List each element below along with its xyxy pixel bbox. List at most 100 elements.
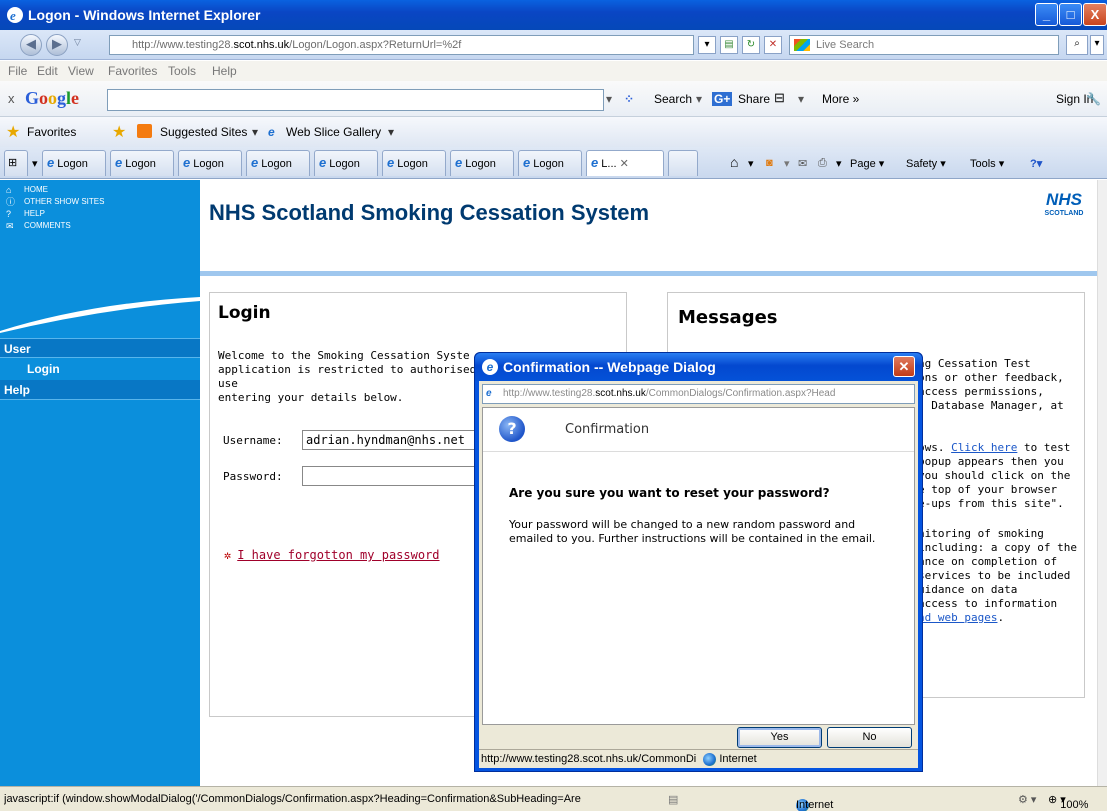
- web-pages-link[interactable]: nd web pages: [918, 611, 997, 624]
- maximize-button[interactable]: □: [1059, 3, 1082, 26]
- dialog-titlebar: e Confirmation -- Webpage Dialog ✕: [475, 353, 922, 381]
- more-button[interactable]: More »: [822, 92, 859, 106]
- internet-zone-icon: [703, 752, 717, 766]
- url-field[interactable]: http://www.testing28.scot.nhs.uk/Logon/L…: [109, 35, 694, 55]
- tab-logon-3[interactable]: e Logon: [178, 150, 242, 176]
- favorites-button[interactable]: Favorites: [27, 125, 76, 139]
- tab-logon-4[interactable]: e Logon: [246, 150, 310, 176]
- live-search-input[interactable]: Live Search: [789, 35, 1059, 55]
- page-menu[interactable]: Page ▾: [850, 157, 884, 170]
- dialog-buttons: Yes No: [479, 727, 918, 749]
- password-field[interactable]: [302, 466, 477, 486]
- message-line: ance on completion of: [918, 555, 1058, 568]
- menu-file[interactable]: File: [8, 64, 27, 78]
- back-button[interactable]: ◀: [20, 34, 42, 56]
- add-favorite-icon[interactable]: ★: [112, 122, 126, 142]
- google-search-input[interactable]: [107, 89, 604, 111]
- dialog-status-bar: http://www.testing28.scot.nhs.uk/CommonD…: [479, 749, 918, 768]
- click-here-link[interactable]: Click here: [951, 441, 1017, 454]
- question-icon: ?: [499, 416, 525, 442]
- tab-logon-6[interactable]: e Logon: [382, 150, 446, 176]
- other-sites-icon: ⓘ: [6, 197, 16, 207]
- message-line: e-ups from this site".: [918, 497, 1064, 510]
- tab-logon-8[interactable]: e Logon: [518, 150, 582, 176]
- protected-mode-icon[interactable]: ⚙ ▾: [1018, 793, 1036, 806]
- share-button[interactable]: Share: [738, 92, 770, 106]
- forward-button[interactable]: ▶: [46, 34, 68, 56]
- menu-favorites[interactable]: Favorites: [108, 64, 157, 78]
- nav-login-link[interactable]: Login: [0, 359, 200, 379]
- wrench-icon[interactable]: 🔧: [1086, 92, 1101, 106]
- close-tab-icon[interactable]: ✕: [620, 158, 629, 170]
- tab-list-dropdown-icon[interactable]: ▾: [32, 157, 38, 170]
- close-window-button[interactable]: X: [1083, 3, 1107, 26]
- print-icon[interactable]: ⎙: [818, 157, 827, 170]
- suggested-sites-link[interactable]: Suggested Sites: [160, 125, 247, 139]
- help-icon[interactable]: ?▾: [1030, 157, 1042, 170]
- message-line: ons or other feedback,: [918, 371, 1064, 384]
- search-dropdown-icon[interactable]: ▾: [696, 92, 702, 106]
- dialog-status-url: http://www.testing28.scot.nhs.uk/CommonD…: [481, 753, 697, 765]
- feeds-dropdown-icon[interactable]: ▾: [784, 157, 790, 170]
- menu-tools[interactable]: Tools: [168, 64, 196, 78]
- dialog-url-field: e http://www.testing28.scot.nhs.uk/Commo…: [482, 384, 915, 404]
- search-options-icon[interactable]: ▾: [1090, 35, 1104, 55]
- zoom-level[interactable]: ⊕ 100% ▾: [1048, 793, 1088, 811]
- help-link[interactable]: HELP: [24, 208, 200, 220]
- home-icon[interactable]: ⌂: [730, 154, 738, 170]
- address-dropdown-button[interactable]: ▾: [698, 36, 716, 54]
- menu-view[interactable]: View: [68, 64, 94, 78]
- message-line: popup appears then you: [918, 455, 1064, 468]
- message-line: access to information: [918, 597, 1058, 610]
- yes-button[interactable]: Yes: [737, 727, 822, 748]
- recent-pages-dropdown-icon[interactable]: ▽: [74, 38, 81, 48]
- tab-logon-2[interactable]: e Logon: [110, 150, 174, 176]
- tab-logon-7[interactable]: e Logon: [450, 150, 514, 176]
- tab-logon-active[interactable]: e L... ✕: [586, 150, 664, 176]
- nav-help-link[interactable]: Help: [0, 380, 200, 400]
- page-scrollbar[interactable]: [1097, 180, 1107, 786]
- home-dropdown-icon[interactable]: ▾: [748, 157, 754, 170]
- window-titlebar: e Logon - Windows Internet Explorer _ □ …: [0, 0, 1107, 30]
- web-slice-dropdown-icon[interactable]: ▾: [388, 125, 394, 139]
- other-show-sites-link[interactable]: OTHER SHOW SITES: [24, 196, 200, 208]
- google-toolbar-close-button[interactable]: x: [8, 91, 15, 106]
- tab-logon-5[interactable]: e Logon: [314, 150, 378, 176]
- tab-logon-1[interactable]: e Logon: [42, 150, 106, 176]
- minimize-button[interactable]: _: [1035, 3, 1058, 26]
- forgot-password-link[interactable]: ✲ I have forgotton my password: [224, 548, 440, 562]
- tools-menu[interactable]: Tools ▾: [970, 157, 1004, 170]
- message-line: nd web pages.: [918, 611, 1005, 624]
- read-mail-icon[interactable]: ✉: [798, 157, 807, 170]
- ie-tab-icon: e: [183, 155, 191, 170]
- comments-link[interactable]: COMMENTS: [24, 220, 200, 232]
- google-search-button[interactable]: Search: [654, 92, 692, 106]
- refresh-icon[interactable]: ↻: [742, 36, 760, 54]
- message-line: you should click on the: [918, 469, 1071, 482]
- ie-tab-icon: e: [115, 155, 123, 170]
- home-link[interactable]: HOME: [24, 184, 200, 196]
- web-slice-gallery-link[interactable]: Web Slice Gallery: [286, 125, 381, 139]
- suggested-sites-dropdown-icon[interactable]: ▾: [252, 125, 258, 139]
- page-tools-icon[interactable]: ⊟: [774, 90, 785, 106]
- message-line: ng Cessation Test: [918, 357, 1031, 370]
- dialog-content: ? Confirmation Are you sure you want to …: [482, 407, 915, 725]
- ie-logo-icon: e: [7, 7, 23, 23]
- safety-menu[interactable]: Safety ▾: [906, 157, 946, 170]
- google-search-dropdown-icon[interactable]: ▾: [606, 92, 612, 106]
- no-button[interactable]: No: [827, 727, 912, 748]
- search-icon[interactable]: ⌕: [1066, 35, 1088, 55]
- page-tools-dropdown-icon[interactable]: ▾: [798, 92, 804, 106]
- dialog-close-button[interactable]: ✕: [893, 356, 915, 377]
- compatibility-view-icon[interactable]: ▤: [720, 36, 738, 54]
- login-welcome-text: Welcome to the Smoking Cessation Syste a…: [218, 349, 477, 404]
- stop-icon[interactable]: ✕: [764, 36, 782, 54]
- new-tab-button[interactable]: [668, 150, 698, 176]
- menu-help[interactable]: Help: [212, 64, 237, 78]
- username-field[interactable]: adrian.hyndman@nhs.net: [302, 430, 477, 450]
- feeds-icon[interactable]: ◙: [766, 157, 773, 169]
- quick-tabs-icon[interactable]: ⊞: [4, 150, 28, 176]
- message-line: . Database Manager, at: [918, 399, 1064, 412]
- menu-edit[interactable]: Edit: [37, 64, 58, 78]
- print-dropdown-icon[interactable]: ▾: [836, 157, 842, 170]
